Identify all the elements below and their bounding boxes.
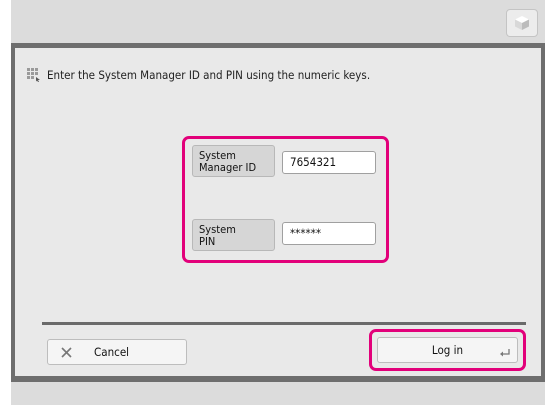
credentials-highlight: System Manager ID 7654321 System PIN ***… bbox=[182, 136, 389, 263]
cancel-button[interactable]: Cancel bbox=[47, 339, 187, 365]
system-pin-label-line2: PIN bbox=[199, 235, 216, 248]
cancel-label: Cancel bbox=[94, 345, 130, 359]
instruction-message: Enter the System Manager ID and PIN usin… bbox=[27, 68, 370, 82]
manager-id-label-line2: Manager ID bbox=[199, 161, 257, 174]
top-bar bbox=[11, 0, 545, 43]
system-pin-field[interactable]: ****** bbox=[282, 222, 376, 245]
login-label: Log in bbox=[431, 343, 464, 357]
bottom-status-bar bbox=[11, 382, 545, 405]
instruction-text: Enter the System Manager ID and PIN usin… bbox=[47, 68, 371, 82]
divider bbox=[42, 322, 526, 325]
login-panel: Enter the System Manager ID and PIN usin… bbox=[15, 48, 541, 376]
close-icon bbox=[61, 346, 72, 358]
keypad-icon bbox=[27, 68, 40, 82]
cube-icon bbox=[515, 16, 529, 30]
device-screen: Enter the System Manager ID and PIN usin… bbox=[11, 0, 545, 405]
manager-id-label: System Manager ID bbox=[192, 145, 275, 177]
enter-icon bbox=[500, 349, 510, 357]
manager-id-field[interactable]: 7654321 bbox=[282, 151, 376, 174]
status-monitor-button[interactable] bbox=[506, 9, 538, 37]
login-button[interactable]: Log in bbox=[377, 337, 518, 363]
system-pin-label: System PIN bbox=[192, 219, 275, 251]
login-highlight: Log in bbox=[369, 329, 526, 371]
